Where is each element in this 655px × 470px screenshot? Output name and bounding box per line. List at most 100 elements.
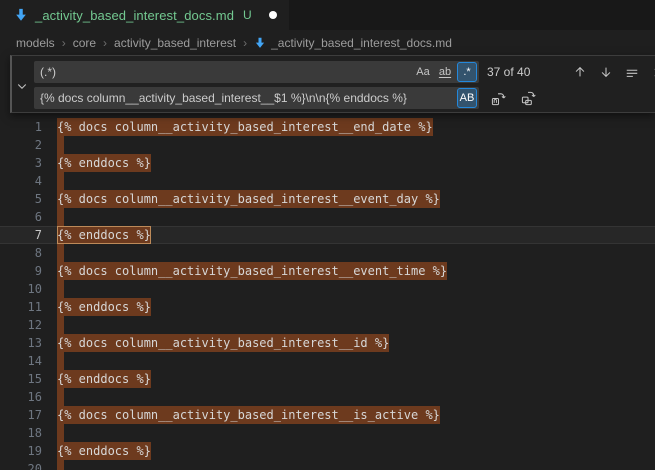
close-find-widget-icon[interactable] — [647, 61, 655, 83]
breadcrumb: models › core › activity_based_interest … — [0, 30, 655, 55]
whole-word-toggle[interactable]: ab — [435, 62, 455, 82]
empty-line-match-highlight — [57, 172, 64, 190]
replace-toggles: AB — [457, 88, 477, 108]
line-number: 5 — [0, 190, 42, 208]
line-number: 3 — [0, 154, 42, 172]
line-number: 13 — [0, 334, 42, 352]
line-text: {% docs column__activity_based_interest_… — [57, 334, 389, 352]
breadcrumb-file-label: _activity_based_interest_docs.md — [271, 36, 452, 50]
breadcrumb-separator: › — [103, 36, 107, 50]
code-line-17[interactable]: 17 {% docs column__activity_based_interes… — [0, 406, 655, 424]
replace-input-value: {% docs column__activity_based_interest_… — [40, 91, 457, 105]
line-text: {% enddocs %} — [57, 226, 151, 244]
replace-input[interactable]: {% docs column__activity_based_interest_… — [34, 87, 479, 109]
breadcrumb-separator: › — [62, 36, 66, 50]
next-match-button[interactable] — [595, 61, 617, 83]
code-line-19[interactable]: 19{% enddocs %} — [0, 442, 655, 460]
code-line-12[interactable]: 12 — [0, 316, 655, 334]
code-line-6[interactable]: 6 — [0, 208, 655, 226]
code-line-15[interactable]: 15 {% enddocs %} — [0, 370, 655, 388]
empty-line-match-highlight — [57, 136, 64, 154]
markdown-file-icon — [254, 37, 266, 49]
find-actions — [569, 61, 655, 83]
line-number: 14 — [0, 352, 42, 370]
empty-line-match-highlight — [57, 208, 64, 226]
empty-line-match-highlight — [57, 388, 64, 406]
toggle-replace-chevron-icon[interactable] — [13, 77, 31, 95]
line-number: 6 — [0, 208, 42, 226]
git-status-badge: U — [243, 8, 252, 22]
breadcrumb-item-core[interactable]: core — [73, 36, 96, 50]
empty-line-match-highlight — [57, 352, 64, 370]
replace-actions — [487, 87, 539, 109]
code-line-2[interactable]: 2 — [0, 136, 655, 154]
empty-line-match-highlight — [57, 460, 64, 470]
code-line-4[interactable]: 4 — [0, 172, 655, 190]
code-lines: 1 {% docs column__activity_based_interest… — [0, 55, 655, 470]
line-number: 11 — [0, 298, 42, 316]
code-line-8[interactable]: 8 — [0, 244, 655, 262]
replace-row: {% docs column__activity_based_interest_… — [34, 87, 539, 109]
line-number: 7 — [0, 226, 42, 244]
tab-bar: _activity_based_interest_docs.md U — [0, 0, 655, 30]
line-number: 8 — [0, 244, 42, 262]
code-line-9[interactable]: 9 {% docs column__activity_based_interest… — [0, 262, 655, 280]
editor-pane[interactable]: 1 {% docs column__activity_based_interest… — [0, 55, 655, 470]
code-line-20[interactable]: 20 — [0, 460, 655, 470]
line-number: 1 — [0, 118, 42, 136]
replace-button[interactable] — [487, 87, 509, 109]
empty-line-match-highlight — [57, 280, 64, 298]
line-text: {% enddocs %} — [57, 298, 151, 316]
find-toggles: Aa ab .* — [413, 62, 477, 82]
line-number: 9 — [0, 262, 42, 280]
line-text: {% docs column__activity_based_interest_… — [57, 118, 433, 136]
line-text: {% docs column__activity_based_interest_… — [57, 406, 440, 424]
breadcrumb-separator: › — [243, 36, 247, 50]
markdown-file-icon — [14, 8, 28, 22]
unsaved-changes-dot[interactable] — [269, 11, 277, 19]
line-number: 15 — [0, 370, 42, 388]
code-line-10[interactable]: 10 — [0, 280, 655, 298]
breadcrumb-item-file[interactable]: _activity_based_interest_docs.md — [254, 36, 452, 50]
line-text: {% docs column__activity_based_interest_… — [57, 190, 440, 208]
code-line-11[interactable]: 11 {% enddocs %} — [0, 298, 655, 316]
empty-line-match-highlight — [57, 244, 64, 262]
code-line-14[interactable]: 14 — [0, 352, 655, 370]
line-text: {% enddocs %} — [57, 154, 151, 172]
find-row: (.*) Aa ab .* 37 of 40 — [34, 61, 655, 83]
line-number: 20 — [0, 460, 42, 470]
tab-filename: _activity_based_interest_docs.md — [35, 8, 234, 23]
code-line-7[interactable]: 7 {% enddocs %} — [0, 226, 655, 244]
empty-line-match-highlight — [57, 316, 64, 334]
code-line-18[interactable]: 18 — [0, 424, 655, 442]
results-count: 37 of 40 — [487, 65, 553, 79]
code-line-13[interactable]: 13 {% docs column__activity_based_interes… — [0, 334, 655, 352]
line-number: 19 — [0, 442, 42, 460]
match-case-toggle[interactable]: Aa — [413, 62, 433, 82]
line-number: 10 — [0, 280, 42, 298]
line-text: {% enddocs %} — [57, 370, 151, 388]
preserve-case-toggle[interactable]: AB — [457, 88, 477, 108]
line-number: 17 — [0, 406, 42, 424]
line-number: 4 — [0, 172, 42, 190]
vscode-window: _activity_based_interest_docs.md U model… — [0, 0, 655, 470]
line-text: {% docs column__activity_based_interest_… — [57, 262, 447, 280]
empty-line-match-highlight — [57, 424, 64, 442]
line-number: 12 — [0, 316, 42, 334]
line-number: 16 — [0, 388, 42, 406]
find-in-selection-icon[interactable] — [621, 61, 643, 83]
replace-all-button[interactable] — [517, 87, 539, 109]
find-input-value: (.*) — [40, 65, 413, 79]
code-line-5[interactable]: 5 {% docs column__activity_based_interest… — [0, 190, 655, 208]
line-number: 18 — [0, 424, 42, 442]
find-input[interactable]: (.*) Aa ab .* — [34, 61, 479, 83]
code-line-16[interactable]: 16 — [0, 388, 655, 406]
previous-match-button[interactable] — [569, 61, 591, 83]
breadcrumb-item-models[interactable]: models — [16, 36, 55, 50]
find-replace-widget: (.*) Aa ab .* 37 of 40 — [10, 55, 655, 113]
code-line-1[interactable]: 1 {% docs column__activity_based_interest… — [0, 118, 655, 136]
breadcrumb-item-activity-based-interest[interactable]: activity_based_interest — [114, 36, 236, 50]
code-line-3[interactable]: 3 {% enddocs %} — [0, 154, 655, 172]
tab-activity-based-interest-docs[interactable]: _activity_based_interest_docs.md U — [0, 0, 289, 30]
regex-toggle[interactable]: .* — [457, 62, 477, 82]
